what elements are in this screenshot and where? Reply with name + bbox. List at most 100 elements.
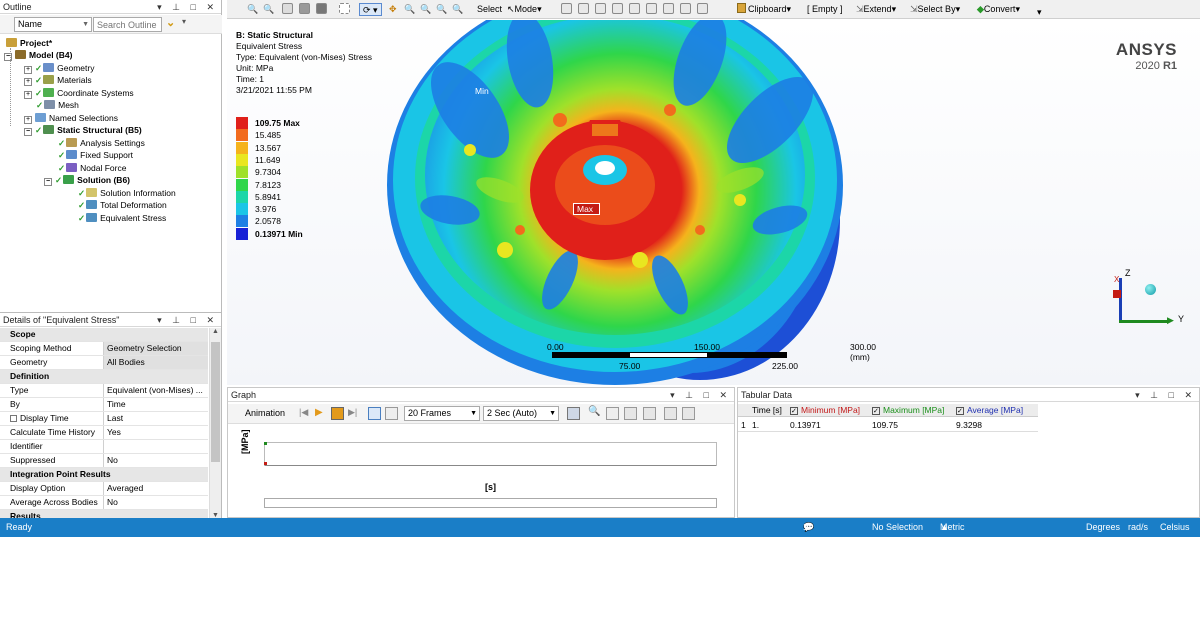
tree-item-model[interactable]: − Model (B4) [4,49,72,61]
collapse-icon[interactable]: − [44,178,52,186]
previous-frame-icon[interactable]: |◀ [299,407,308,418]
tree-item-geometry[interactable]: + ✓ Geometry [24,62,94,74]
expand-icon[interactable]: + [24,78,32,86]
select-node-icon[interactable] [629,3,640,16]
row-by[interactable]: By Time [0,398,208,412]
checkbox[interactable] [10,415,17,422]
tree-item-coordinate-systems[interactable]: + ✓ Coordinate Systems [24,87,134,99]
convert-button[interactable]: ◆Convert▾ [977,3,1020,16]
expand-icon[interactable]: + [24,66,32,74]
print-graph-icon[interactable] [664,407,677,420]
time-slider[interactable] [264,498,717,508]
section-scope[interactable]: Scope [0,328,208,342]
row-average-across-bodies[interactable]: Average Across Bodies No [0,496,208,510]
expand-icon[interactable]: + [24,91,32,99]
cell-time[interactable]: 1. [752,420,759,430]
select-edge-icon[interactable] [578,3,589,16]
filter-menu-icon[interactable]: ▾ [182,17,186,26]
cell-minimum[interactable]: 0.13971 [790,420,821,430]
time-plot-area[interactable] [264,442,717,466]
zoom-icon[interactable]: 🔍 [247,3,258,16]
select-by-button[interactable]: ⇲Select By▾ [910,3,960,16]
row-scoping-method[interactable]: Scoping Method Geometry Selection [0,342,208,356]
pan-icon[interactable]: ✥ [389,3,397,16]
toolbar-overflow-icon[interactable]: ▾ [1037,6,1042,19]
tree-item-materials[interactable]: + ✓ Materials [24,74,92,86]
details-scrollbar[interactable]: ▲ ▼ [209,328,221,518]
rotate-icon[interactable]: ⟳ ▾ [359,3,382,16]
selection-status[interactable]: No Selection [872,518,923,537]
filter-options-icon[interactable]: ⌄ [166,16,175,29]
select-face-icon[interactable] [595,3,606,16]
tree-item-static-structural[interactable]: − ✓ Static Structural (B5) [24,124,142,136]
copy-graph-icon[interactable] [643,407,656,420]
graph-options-icon[interactable] [682,407,695,420]
cell-maximum[interactable]: 109.75 [872,420,898,430]
wheel-stress-contour[interactable] [227,20,1200,385]
header-time[interactable]: Time [s] [752,405,782,415]
shaded-icon[interactable] [299,3,310,16]
select-button[interactable]: Select [477,3,502,16]
table-row[interactable]: 1 1. 0.13971 109.75 9.3298 [738,419,1038,432]
row-display-option[interactable]: Display Option Averaged [0,482,208,496]
settings-icon[interactable] [624,407,637,420]
header-maximum[interactable]: ✓ Maximum [MPa] [872,405,944,415]
row-geometry[interactable]: Geometry All Bodies [0,356,208,370]
graphics-viewport[interactable]: B: Static Structural Equivalent Stress T… [227,20,1200,385]
panel-controls[interactable]: ▾ ⊥ □ ✕ [670,388,731,402]
scrollbar-thumb[interactable] [211,342,220,462]
tree-item-nodal-force[interactable]: ✓ Nodal Force [58,162,126,174]
tree-item-total-deformation[interactable]: ✓ Total Deformation [78,199,167,211]
cell-average[interactable]: 9.3298 [956,420,982,430]
tree-item-mesh[interactable]: ✓ Mesh [36,99,79,111]
checkbox-checked-icon[interactable]: ✓ [872,407,880,415]
triad-sphere-icon[interactable] [1145,284,1156,295]
row-identifier[interactable]: Identifier [0,440,208,454]
expand-icon[interactable]: + [24,116,32,124]
select-vertex-icon[interactable] [561,3,572,16]
tree-item-named-selections[interactable]: + Named Selections [24,112,118,124]
stop-icon[interactable] [331,407,344,420]
select-element-face-icon[interactable] [646,3,657,16]
tree-item-equivalent-stress[interactable]: ✓ Equivalent Stress [78,212,166,224]
temperature-unit[interactable]: Celsius [1160,518,1190,537]
tree-item-analysis-settings[interactable]: ✓ Analysis Settings [58,137,145,149]
min-probe-label[interactable]: Min [475,86,489,96]
collapse-icon[interactable]: − [24,128,32,136]
header-minimum[interactable]: ✓ Minimum [MPa] [790,405,860,415]
zoom-out-icon[interactable]: 🔍 [263,3,274,16]
tree-item-fixed-support[interactable]: ✓ Fixed Support [58,149,133,161]
name-filter-dropdown[interactable]: Name ▼ [14,17,92,32]
angle-unit[interactable]: Degrees [1086,518,1120,537]
select-mesh-icon[interactable] [680,3,691,16]
section-definition[interactable]: Definition [0,370,208,384]
result-sets-icon[interactable] [385,407,398,420]
view-cube-icon[interactable] [282,3,293,16]
duration-dropdown[interactable]: 2 Sec (Auto) ▼ [483,406,559,421]
mode-button[interactable]: ↖Mode▾ [507,3,542,16]
zoom-in-icon[interactable]: 🔍 [404,3,415,16]
distributed-frames-icon[interactable] [368,407,381,420]
play-icon[interactable]: ▶ [315,407,323,418]
export-video-icon[interactable] [567,407,580,420]
render-icon[interactable] [316,3,327,16]
chart-options-icon[interactable] [606,407,619,420]
zoom-to-fit-icon[interactable]: 🔍 [452,3,463,16]
select-all-icon[interactable] [697,3,708,16]
empty-selection-button[interactable]: [ Empty ] [807,3,843,16]
panel-controls[interactable]: ▾ ⊥ □ ✕ [157,0,218,14]
header-average[interactable]: ✓ Average [MPa] [956,405,1023,415]
frames-dropdown[interactable]: 20 Frames ▼ [404,406,480,421]
extend-button[interactable]: ⇲Extend▾ [856,3,896,16]
max-probe-label[interactable]: Max [573,203,601,215]
tree-item-project[interactable]: Project* [6,37,52,49]
tree-item-solution-information[interactable]: ✓ Solution Information [78,187,176,199]
panel-controls[interactable]: ▾ ⊥ □ ✕ [1135,388,1196,402]
zoom-box-icon[interactable]: 🔍 [420,3,431,16]
next-frame-icon[interactable]: ▶| [348,407,357,418]
select-body-icon[interactable] [612,3,623,16]
checkbox-checked-icon[interactable]: ✓ [790,407,798,415]
row-suppressed[interactable]: Suppressed No [0,454,208,468]
box-select-icon[interactable] [339,3,350,16]
select-element-icon[interactable] [663,3,674,16]
